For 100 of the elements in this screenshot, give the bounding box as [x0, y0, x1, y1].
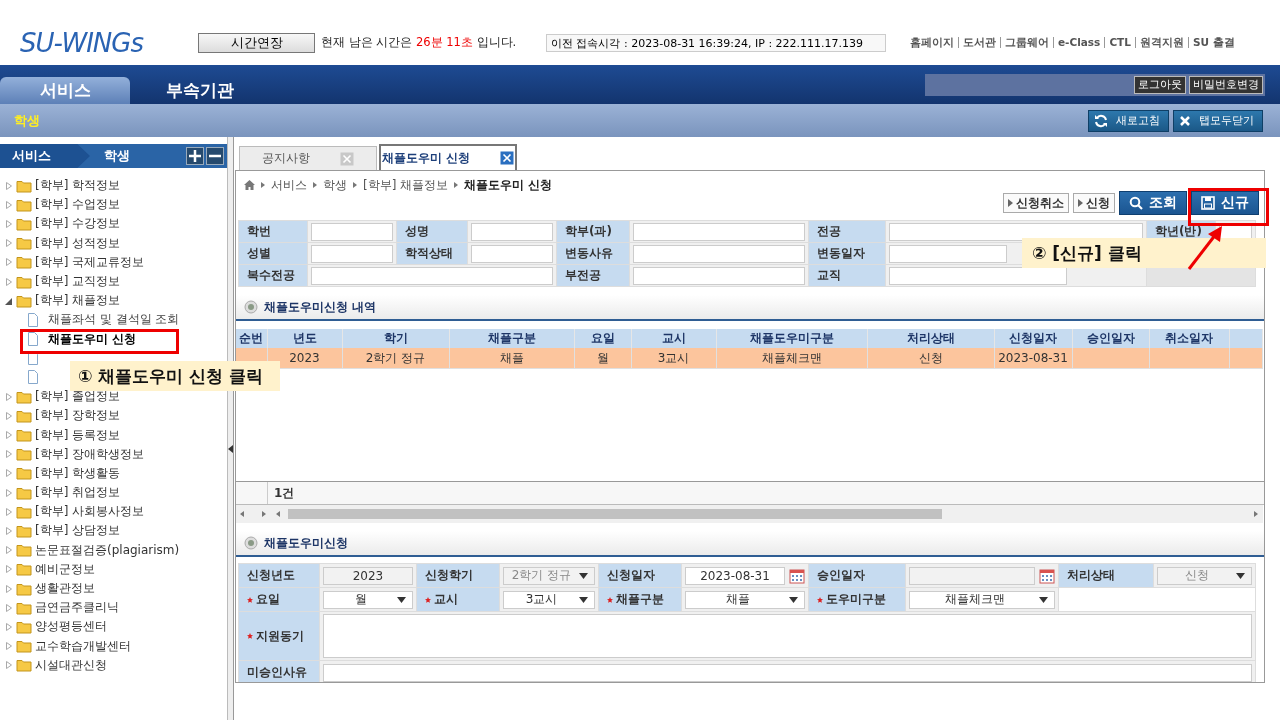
close-icon [340, 151, 354, 166]
tree-folder[interactable]: [학부] 학적정보 [35, 177, 121, 195]
dropdown[interactable]: 채플 [685, 590, 805, 609]
section-title: 학생 [13, 111, 40, 130]
save-icon [1201, 196, 1215, 210]
input-field[interactable] [889, 222, 1143, 241]
field-label: 변동일자 [809, 243, 885, 264]
tree-folder[interactable]: 생활관정보 [35, 580, 95, 598]
dropdown[interactable]: 월 [323, 590, 413, 609]
tree-folder[interactable]: [학부] 성적정보 [35, 234, 121, 252]
breadcrumb-link[interactable]: 서비스 [0, 144, 90, 168]
tree-folder[interactable]: [학부] 학생활동 [35, 464, 121, 482]
table-row[interactable]: 2023 2학기 정규 채플 월 3교시 채플체크맨 신청 2023-08-31 [236, 348, 1263, 369]
table-cell: 채플체크맨 [761, 350, 822, 365]
extend-time-button[interactable]: 시간연장 [198, 32, 315, 53]
header-link[interactable]: 원격지원 [1134, 37, 1188, 48]
tree-item[interactable]: 채플도우미 신청 [39, 330, 137, 348]
dropdown[interactable]: 3교시 [503, 590, 595, 609]
header-link[interactable]: 홈페이지 [906, 37, 958, 48]
tree-folder[interactable]: 예비군정보 [35, 560, 95, 578]
field-label: 채플구분 [616, 591, 664, 608]
table-cell: 2023 [289, 351, 320, 365]
collapse-all-button[interactable] [206, 147, 224, 165]
tree-folder[interactable]: 시설대관신청 [35, 656, 107, 674]
input-field[interactable] [323, 663, 1252, 682]
tree-folder[interactable]: [학부] 국제교류정보 [35, 253, 145, 271]
header-link[interactable]: e-Class [1053, 37, 1105, 48]
breadcrumb-link[interactable]: [학부] 채플정보 [363, 176, 449, 194]
site-logo[interactable]: SU-WINGs [0, 27, 198, 58]
field-label: 성명 [397, 221, 467, 242]
input-field[interactable] [471, 222, 553, 241]
header-link[interactable]: 도서관 [958, 37, 1000, 48]
tree-folder[interactable]: 양성평등센터 [35, 618, 107, 636]
input-field[interactable] [633, 266, 805, 285]
field-label: 학적상태 [397, 243, 467, 264]
header-link[interactable]: CTL [1104, 37, 1135, 48]
tree-folder[interactable]: [학부] 상담정보 [35, 522, 121, 540]
folder-icon [16, 581, 32, 596]
tree-folder[interactable]: [학부] 교직정보 [35, 273, 121, 291]
change-password-button[interactable]: 비밀번호변경 [1189, 75, 1263, 94]
tab[interactable]: 공지사항 [239, 146, 377, 170]
tab[interactable]: 채플도우미 신청 [379, 144, 517, 170]
tree-folder[interactable]: [학부] 수업정보 [35, 196, 121, 214]
input-field[interactable] [889, 266, 1067, 285]
field-label: 신청일자 [607, 567, 655, 584]
input-field[interactable] [311, 244, 393, 263]
tree-folder[interactable]: [학부] 채플정보 [35, 292, 121, 310]
chevron-icon [312, 181, 318, 189]
refresh-button[interactable]: 새로고침 [1088, 109, 1169, 132]
field-label: 신청년도 [247, 567, 295, 584]
breadcrumb-link[interactable]: 서비스 [271, 176, 307, 194]
tree-folder[interactable]: 논문표절검증(plagiarism) [35, 541, 180, 559]
tree-folder[interactable]: 교수학습개발센터 [35, 637, 131, 655]
field-label: 미승인사유 [247, 664, 307, 681]
table-cell: 2학기 정규 [365, 350, 426, 365]
expand-all-button[interactable] [186, 147, 204, 165]
plus-icon [189, 150, 201, 162]
folder-icon [16, 197, 32, 212]
input-field[interactable] [633, 222, 805, 241]
input-field[interactable] [311, 266, 553, 285]
close-all-tabs-button[interactable]: 탭모두닫기 [1173, 109, 1263, 132]
tree-folder[interactable]: 금연금주클리닉 [35, 599, 119, 617]
dropdown[interactable]: 채플체크맨 [909, 590, 1055, 609]
date-field[interactable]: 2023-08-31 [685, 566, 785, 585]
time-remaining-notice: 현재 남은 시간은 26분 11초 입니다. [321, 35, 518, 50]
new-button[interactable]: 신규 [1191, 191, 1259, 215]
nav-tab[interactable]: 부속기관 [130, 77, 270, 104]
input-field[interactable] [311, 222, 393, 241]
breadcrumb-link[interactable]: 학생 [90, 147, 130, 165]
tree-folder[interactable]: [학부] 등록정보 [35, 426, 121, 444]
field-label: 지원동기 [256, 627, 304, 645]
tree-folder[interactable]: [학부] 취업정보 [35, 484, 121, 502]
input-field[interactable] [471, 244, 553, 263]
table-cell: 채플 [499, 350, 524, 365]
tree-folder[interactable]: [학부] 수강정보 [35, 215, 121, 233]
tree-item[interactable]: 채플좌석 및 결석일 조회 [39, 311, 180, 329]
column-header: 채플구분 [487, 331, 536, 345]
header-link[interactable]: 그룹웨어 [1000, 37, 1053, 48]
logout-button[interactable]: 로그아웃 [1134, 75, 1186, 94]
column-header: 승인일자 [1086, 331, 1135, 345]
input-field[interactable] [889, 244, 1007, 263]
bullet-icon [244, 536, 258, 550]
tree-folder[interactable]: [학부] 장애학생정보 [35, 445, 145, 463]
tree-folder[interactable]: [학부] 사회봉사정보 [35, 503, 145, 521]
text-area[interactable] [323, 614, 1252, 658]
tree-folder[interactable]: [학부] 장학정보 [35, 407, 121, 425]
field-label: 교직 [809, 265, 885, 286]
field-label: 처리상태 [1067, 567, 1115, 584]
action-button[interactable]: 신청취소 [1003, 193, 1069, 213]
tree-folder[interactable]: [학부] 졸업정보 [35, 388, 121, 406]
search-button[interactable]: 조회 [1119, 191, 1187, 215]
caret-icon [789, 596, 798, 603]
breadcrumb-link[interactable]: 학생 [323, 176, 347, 194]
input-field[interactable] [633, 244, 805, 263]
action-button[interactable]: 신청 [1073, 193, 1115, 213]
folder-icon [16, 447, 32, 462]
section-title: 채플도우미신청 내역 [264, 298, 377, 316]
column-header: 요일 [590, 331, 615, 345]
chevron-icon [260, 181, 266, 189]
header-link[interactable]: SU 출결 [1187, 37, 1239, 48]
